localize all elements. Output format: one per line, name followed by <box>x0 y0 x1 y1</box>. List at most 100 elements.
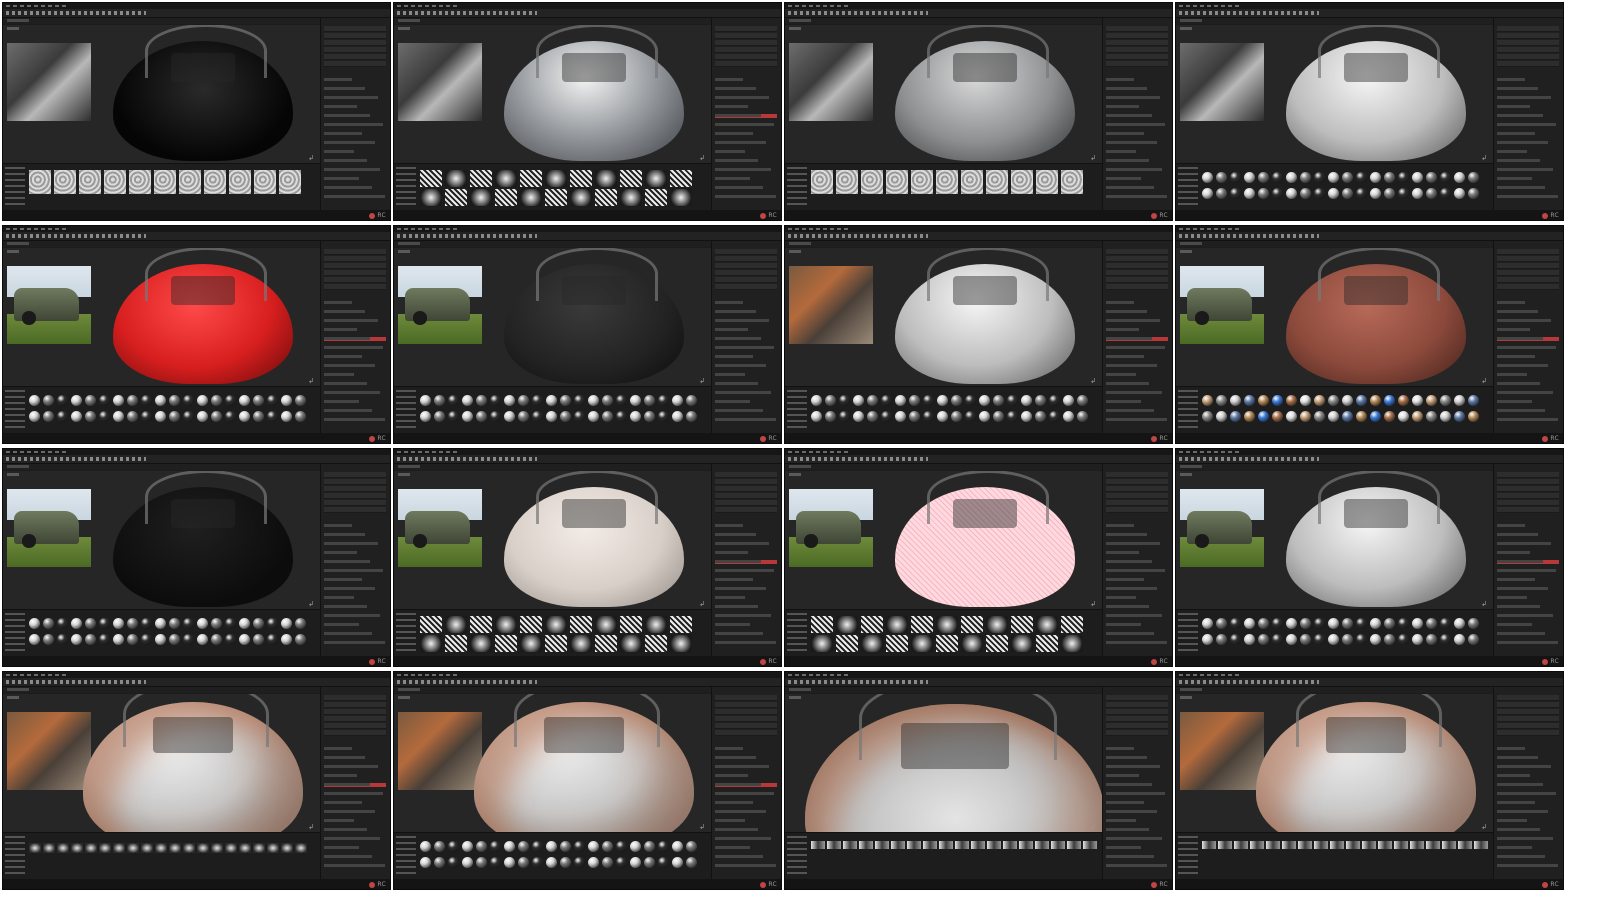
property-slider[interactable] <box>715 346 774 349</box>
material-preset-thumb[interactable] <box>1342 634 1353 645</box>
material-preset-thumb[interactable] <box>1021 411 1032 422</box>
shelf-categories[interactable] <box>1178 167 1198 205</box>
property-slider[interactable] <box>324 159 367 162</box>
layer-row[interactable] <box>324 500 386 506</box>
3d-viewport[interactable]: ↲ <box>1176 248 1493 390</box>
material-preset-thumb[interactable] <box>1314 411 1325 422</box>
texture-preset-thumb[interactable] <box>570 635 592 652</box>
material-preset-thumb[interactable] <box>616 857 627 868</box>
texture-preset-thumb[interactable] <box>911 616 933 633</box>
layer-row[interactable] <box>715 500 777 506</box>
material-preset-thumb[interactable] <box>476 395 487 406</box>
property-slider[interactable] <box>715 418 776 421</box>
property-slider[interactable] <box>1497 319 1551 322</box>
3d-model-mesh[interactable] <box>113 471 293 607</box>
environment-thumb[interactable] <box>1458 841 1472 849</box>
property-slider[interactable] <box>1497 747 1525 750</box>
environment-thumb[interactable] <box>1051 841 1065 849</box>
layer-row[interactable] <box>1106 284 1168 290</box>
material-preset-thumb[interactable] <box>811 411 822 422</box>
material-preset-thumb[interactable] <box>1230 172 1241 183</box>
material-preset-thumb[interactable] <box>1342 618 1353 629</box>
material-preset-thumb[interactable] <box>1440 634 1451 645</box>
material-preset-thumb[interactable] <box>1370 395 1381 406</box>
layer-row[interactable] <box>324 493 386 499</box>
material-preset-thumb[interactable] <box>1258 411 1269 422</box>
property-slider[interactable] <box>324 150 354 153</box>
3d-model-mesh[interactable] <box>1286 25 1466 161</box>
layer-row[interactable] <box>1497 486 1559 492</box>
material-preset-thumb[interactable] <box>909 411 920 422</box>
material-preset-thumb[interactable] <box>853 395 864 406</box>
material-preset-thumb[interactable] <box>1370 172 1381 183</box>
brush-preset-thumb[interactable] <box>43 843 55 853</box>
document-tabbar[interactable] <box>3 464 320 470</box>
layer-row[interactable] <box>324 695 386 701</box>
property-slider[interactable] <box>1497 337 1543 340</box>
environment-thumb[interactable] <box>1218 841 1232 849</box>
asset-shelf[interactable] <box>1176 386 1493 433</box>
3d-model-mesh[interactable] <box>895 25 1075 161</box>
property-slider[interactable] <box>324 364 375 367</box>
asset-shelf[interactable] <box>394 609 711 656</box>
material-preset-thumb[interactable] <box>895 411 906 422</box>
layer-row[interactable] <box>1106 256 1168 262</box>
material-preset-thumb[interactable] <box>420 395 431 406</box>
property-slider[interactable] <box>324 373 354 376</box>
material-preset-thumb[interactable] <box>1412 618 1423 629</box>
3d-model-mesh[interactable] <box>113 248 293 384</box>
property-slider[interactable] <box>324 614 380 617</box>
tab-document[interactable] <box>7 19 29 22</box>
layer-row[interactable] <box>715 284 777 290</box>
reference-image[interactable] <box>7 43 91 121</box>
property-slider[interactable] <box>715 78 743 81</box>
material-preset-thumb[interactable] <box>1021 395 1032 406</box>
layer-row[interactable] <box>1106 716 1168 722</box>
property-slider[interactable] <box>1497 168 1553 171</box>
reference-image[interactable] <box>398 712 482 790</box>
material-preset-thumb[interactable] <box>1412 411 1423 422</box>
environment-thumb[interactable] <box>1346 841 1360 849</box>
material-preset-thumb[interactable] <box>85 634 96 645</box>
material-preset-thumb[interactable] <box>57 411 68 422</box>
material-preset-thumb[interactable] <box>281 618 292 629</box>
property-slider[interactable] <box>324 310 365 313</box>
material-preset-thumb[interactable] <box>1342 188 1353 199</box>
shelf-categories[interactable] <box>5 836 25 874</box>
toolbar[interactable] <box>785 455 1172 464</box>
material-preset-thumb[interactable] <box>644 857 655 868</box>
texture-preset-thumb[interactable] <box>836 616 858 633</box>
property-slider[interactable] <box>715 774 748 777</box>
reference-image[interactable] <box>789 266 873 344</box>
material-preset-thumb[interactable] <box>1384 634 1395 645</box>
layer-row[interactable] <box>1106 472 1168 478</box>
tab-document[interactable] <box>7 465 29 468</box>
layer-row[interactable] <box>324 263 386 269</box>
layer-row[interactable] <box>324 284 386 290</box>
property-slider[interactable] <box>1106 641 1167 644</box>
asset-shelf[interactable] <box>3 386 320 433</box>
layers-properties-panel[interactable] <box>320 18 390 220</box>
property-slider[interactable] <box>324 123 383 126</box>
property-slider[interactable] <box>715 114 761 117</box>
layer-row[interactable] <box>324 723 386 729</box>
material-preset-thumb[interactable] <box>85 395 96 406</box>
tool-icons[interactable] <box>397 234 537 238</box>
tool-icons[interactable] <box>6 680 146 684</box>
material-preset-thumb[interactable] <box>1314 634 1325 645</box>
material-preset-thumb[interactable] <box>1328 618 1339 629</box>
material-preset-thumb[interactable] <box>225 411 236 422</box>
texture-preset-thumb[interactable] <box>495 635 517 652</box>
property-slider[interactable] <box>715 632 763 635</box>
toolbar[interactable] <box>394 232 781 241</box>
material-preset-thumb[interactable] <box>211 395 222 406</box>
material-preset-thumb[interactable] <box>839 411 850 422</box>
property-slider[interactable] <box>1106 141 1157 144</box>
material-preset-thumb[interactable] <box>1342 395 1353 406</box>
layer-row[interactable] <box>1106 493 1168 499</box>
property-slider[interactable] <box>715 364 766 367</box>
layer-row[interactable] <box>715 486 777 492</box>
3d-viewport[interactable]: ↲ <box>394 248 711 390</box>
layers-properties-panel[interactable] <box>711 464 781 666</box>
material-preset-thumb[interactable] <box>560 857 571 868</box>
